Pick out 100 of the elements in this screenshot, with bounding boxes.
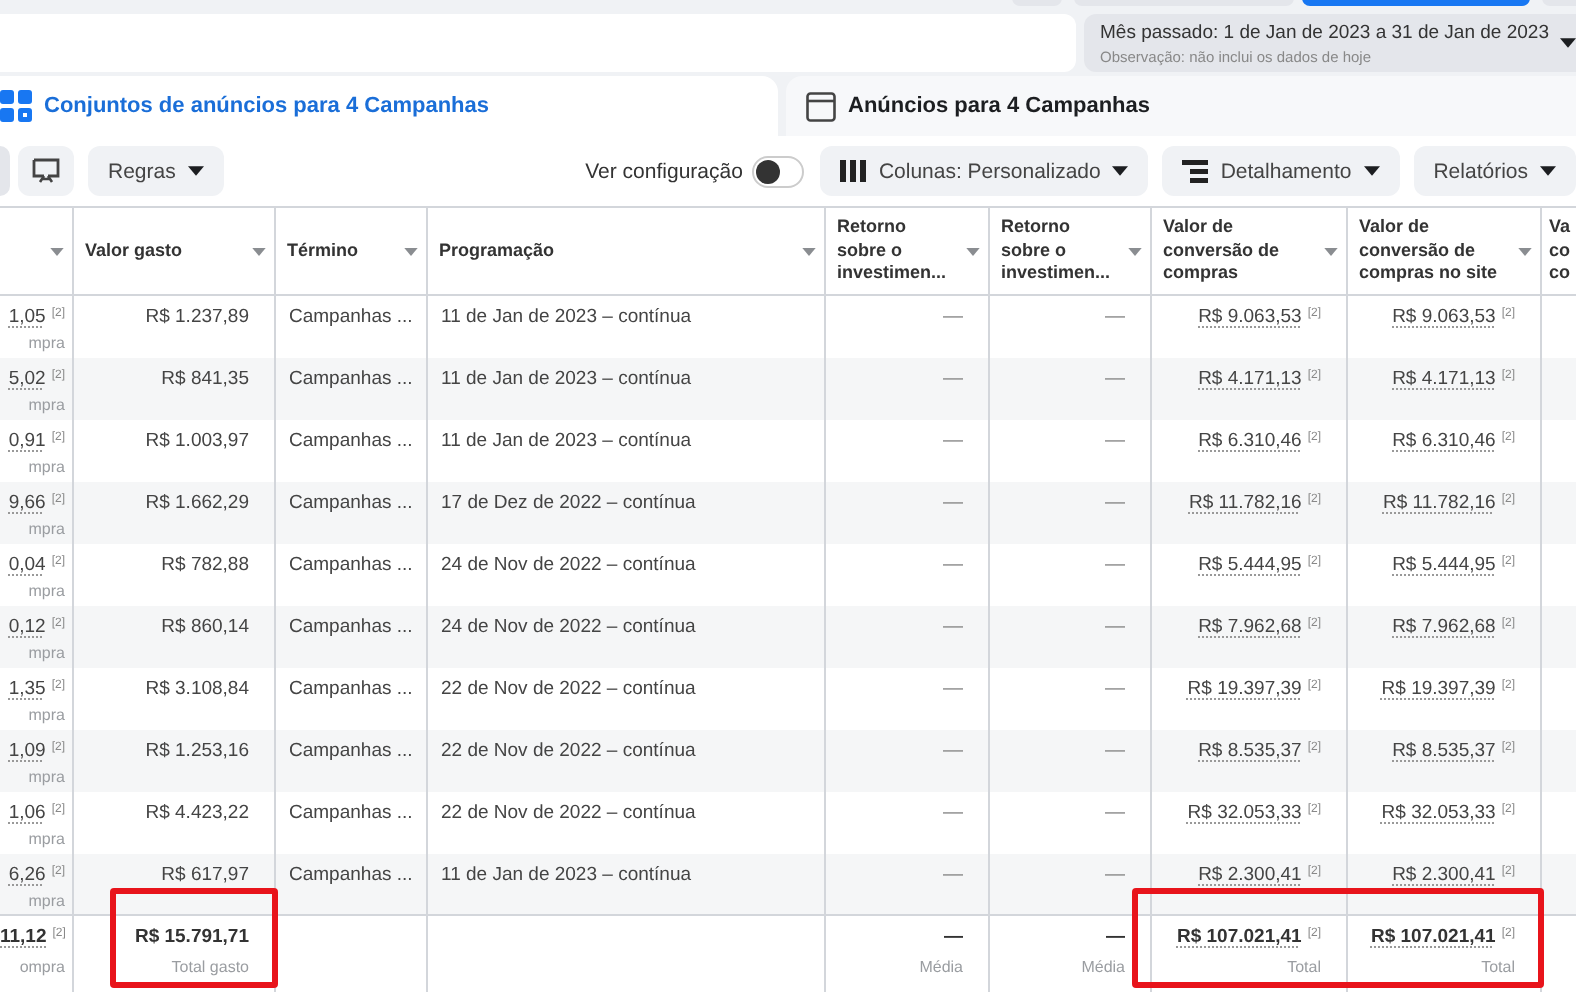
empty-value: — (943, 367, 963, 389)
table-cell: 24 de Nov de 2022 – contínua (441, 615, 696, 637)
table-cell: 22 de Nov de 2022 – contínua (441, 739, 696, 761)
window-icon (806, 91, 836, 121)
tab[interactable]: Anúncios para 4 Campanhas (786, 76, 1576, 136)
table-cell: Campanhas ... (289, 553, 413, 575)
cell-caption: Média (1079, 958, 1125, 978)
cell-caption: ompra (17, 958, 65, 978)
metric-value[interactable]: R$ 8.535,37 (1198, 739, 1302, 761)
table-cell: Campanhas ... (289, 863, 413, 885)
caret-icon (1560, 38, 1576, 48)
empty-value: — (1106, 926, 1125, 948)
metric-value[interactable]: R$ 4.171,13 (1392, 367, 1496, 389)
breakdown-button[interactable]: Detalhamento (1162, 146, 1400, 196)
metric-value[interactable]: R$ 8.535,37 (1392, 739, 1496, 761)
table-cell: R$ 3.108,84 (145, 677, 249, 699)
cell-caption: Total gasto (169, 958, 249, 978)
table-cell: Campanhas ... (289, 429, 413, 451)
metric-value[interactable]: R$ 5.444,95 (1392, 553, 1496, 575)
metric-value[interactable]: R$ 19.397,39 (1187, 677, 1302, 699)
column-header[interactable]: Término (287, 239, 397, 263)
caret-icon (1127, 247, 1141, 255)
empty-value: — (944, 926, 963, 948)
metric-value[interactable]: 1,06 (8, 801, 46, 823)
metric-value[interactable]: R$ 2.300,41 (1392, 863, 1496, 885)
metric-value[interactable]: R$ 32.053,33 (1187, 801, 1302, 823)
table-cell: Campanhas ... (289, 801, 413, 823)
reports-button[interactable]: Relatórios (1413, 146, 1576, 196)
cell-caption: mpra (26, 891, 65, 911)
metric-value[interactable]: R$ 19.397,39 (1381, 677, 1496, 699)
table-cell: Campanhas ... (289, 491, 413, 513)
metric-value[interactable]: 1,35 (8, 677, 46, 699)
table-cell: R$ 617,97 (161, 863, 249, 885)
metric-value[interactable]: R$ 107.021,41 (1176, 926, 1302, 948)
table-cell: R$ 1.237,89 (145, 306, 249, 328)
table-cell: Campanhas ... (289, 739, 413, 761)
caret-icon (403, 247, 417, 255)
metric-value[interactable]: R$ 9.063,53 (1198, 306, 1302, 328)
metric-value[interactable]: R$ 6.310,46 (1392, 429, 1496, 451)
metric-value[interactable]: R$ 4.171,13 (1198, 367, 1302, 389)
empty-value: — (943, 429, 963, 451)
metric-value[interactable]: R$ 2.300,41 (1198, 863, 1302, 885)
cell-caption: mpra (26, 705, 65, 725)
rules-button[interactable]: Regras (88, 146, 224, 196)
toggle-switch[interactable] (752, 155, 805, 187)
empty-value: — (943, 306, 963, 328)
metric-value[interactable]: R$ 6.310,46 (1198, 429, 1302, 451)
empty-value: — (1105, 863, 1125, 885)
metric-value[interactable]: R$ 5.444,95 (1198, 553, 1302, 575)
metric-value[interactable]: R$ 11.782,16 (1188, 491, 1302, 513)
cell-caption: mpra (26, 829, 65, 849)
empty-value: — (943, 863, 963, 885)
columns-button[interactable]: Colunas: Personalizado (820, 146, 1149, 196)
table-cell: R$ 860,14 (161, 615, 249, 637)
table-cell: 11 de Jan de 2023 – contínua (441, 429, 692, 451)
cell-caption: mpra (26, 643, 65, 663)
metric-value[interactable]: 1,09 (8, 739, 46, 761)
table-cell: R$ 1.003,97 (145, 429, 249, 451)
metric-value[interactable]: 0,12 (8, 615, 46, 637)
screen-icon (30, 157, 62, 185)
share-button[interactable] (18, 146, 74, 196)
table-cell: 22 de Nov de 2022 – contínua (441, 801, 696, 823)
metric-value[interactable]: R$ 7.962,68 (1198, 615, 1302, 637)
metric-value[interactable]: 0,04 (8, 553, 46, 575)
metric-value[interactable]: 1,05 (8, 306, 46, 328)
metric-value[interactable]: 6,26 (8, 863, 46, 885)
caret-icon (1540, 166, 1556, 176)
date-range-label: Mês passado: 1 de Jan de 2023 a 31 de Jan de 2023 (1100, 21, 1551, 43)
empty-value: — (1105, 739, 1125, 761)
empty-value: — (943, 491, 963, 513)
caret-icon (1323, 247, 1337, 255)
cell-caption: mpra (26, 395, 65, 415)
empty-value: — (943, 801, 963, 823)
metric-value[interactable]: R$ 7.962,68 (1392, 615, 1496, 637)
metric-value[interactable]: R$ 32.053,33 (1381, 801, 1496, 823)
empty-value: — (1105, 677, 1125, 699)
tab[interactable]: Conjuntos de anúncios para 4 Campanhas (0, 76, 778, 136)
metric-value[interactable]: 0,91 (8, 429, 46, 451)
caret-icon (1112, 166, 1129, 176)
table-cell: R$ 1.662,29 (145, 491, 249, 513)
metric-value[interactable]: R$ 9.063,53 (1392, 306, 1496, 328)
table-cell: R$ 15.791,71 (134, 926, 249, 948)
metric-value[interactable]: 9,66 (8, 491, 46, 513)
toggle-label: Ver configuração (585, 159, 743, 183)
metric-value[interactable]: R$ 107.021,41 (1370, 926, 1496, 948)
metric-value[interactable]: R$ 11.782,16 (1382, 491, 1496, 513)
empty-value: — (1105, 367, 1125, 389)
empty-value: — (943, 615, 963, 637)
empty-value: — (943, 677, 963, 699)
table-cell: Campanhas ... (289, 677, 413, 699)
table-cell: R$ 4.423,22 (145, 801, 249, 823)
empty-value: — (1105, 553, 1125, 575)
metric-value[interactable]: 11,12 (0, 926, 47, 948)
empty-value: — (1105, 429, 1125, 451)
caret-icon (965, 247, 979, 255)
metric-value[interactable]: 5,02 (8, 367, 46, 389)
grid-icon (0, 90, 32, 122)
caret-icon (1363, 166, 1380, 176)
caret-icon (1517, 247, 1531, 255)
table-cell: 11 de Jan de 2023 – contínua (441, 863, 692, 885)
